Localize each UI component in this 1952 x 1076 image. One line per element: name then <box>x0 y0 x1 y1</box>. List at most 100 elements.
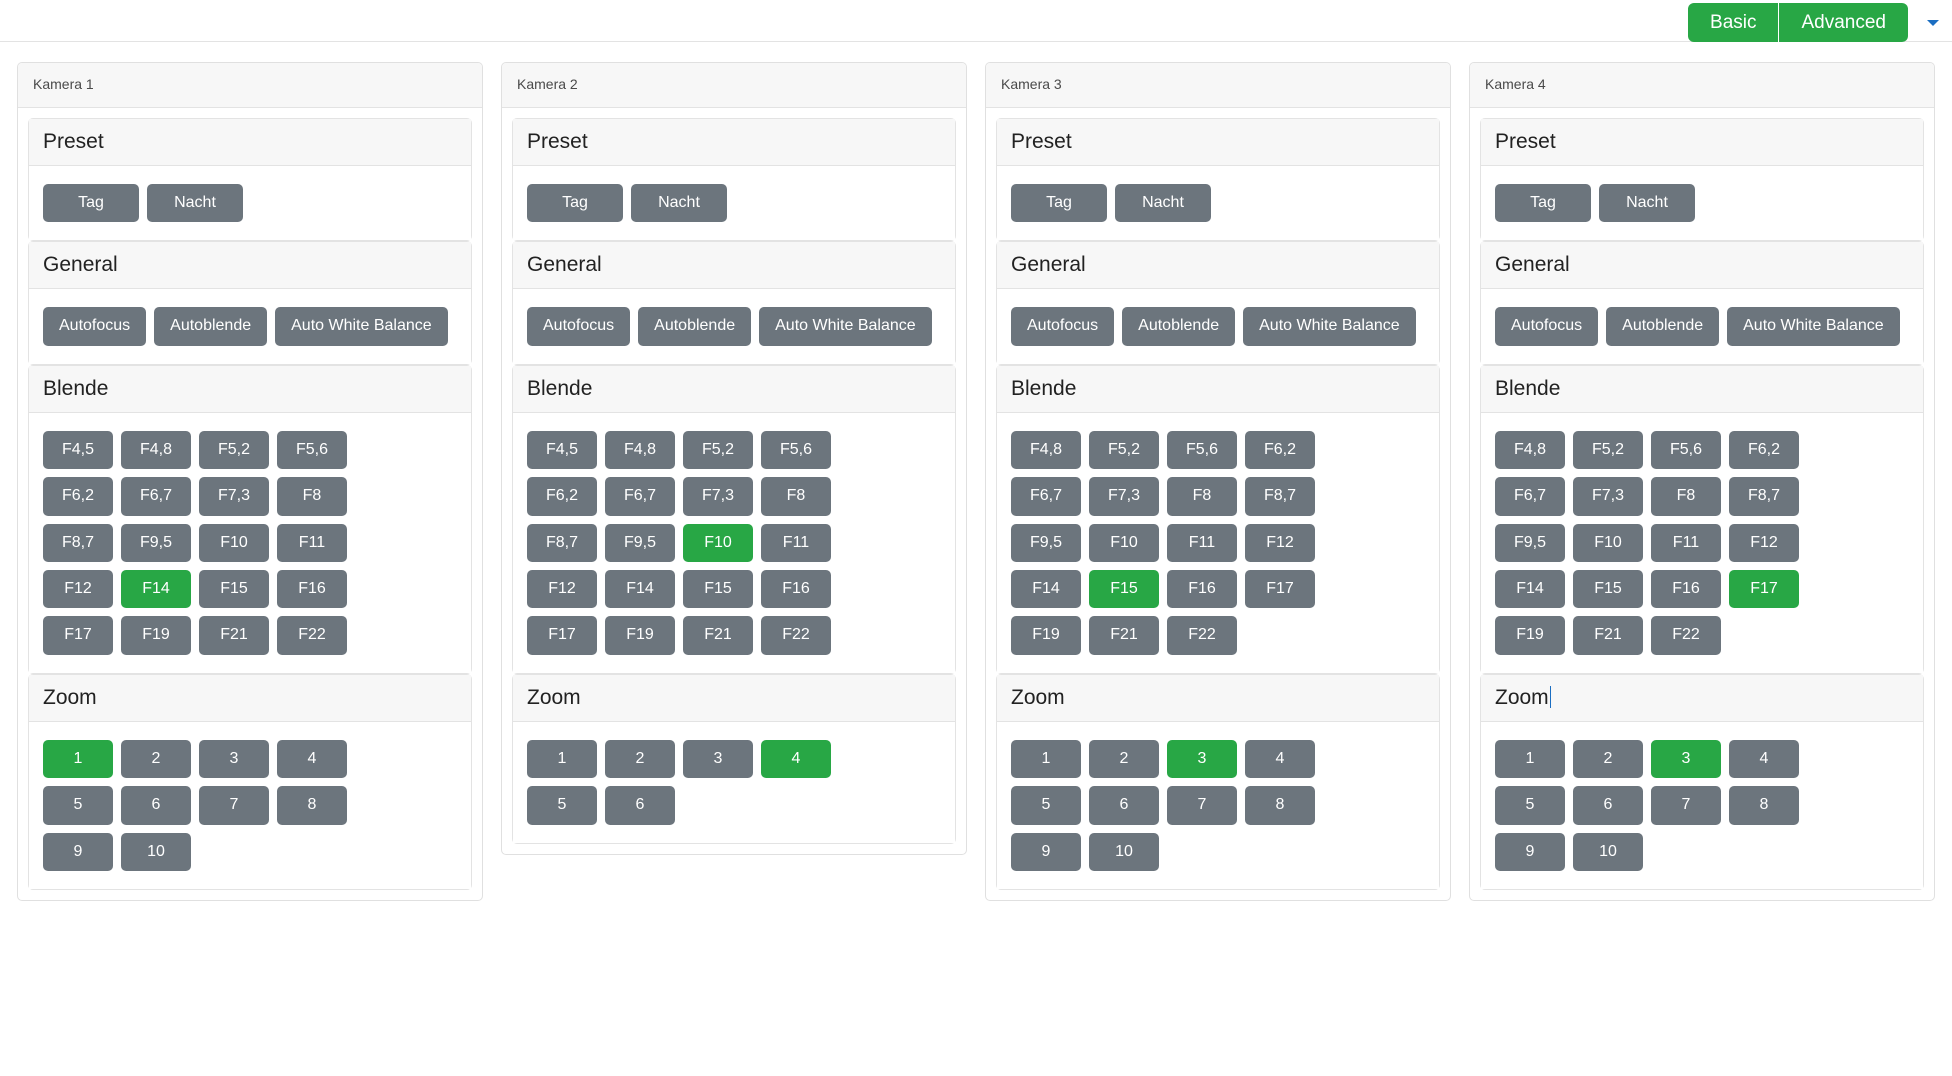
general-button[interactable]: Autoblende <box>1606 307 1720 346</box>
blende-button[interactable]: F4,8 <box>605 430 675 470</box>
blende-button[interactable]: F4,8 <box>1495 430 1565 470</box>
zoom-button[interactable]: 9 <box>1011 832 1081 871</box>
blende-button[interactable]: F5,2 <box>1573 430 1643 470</box>
zoom-button[interactable]: 1 <box>1495 739 1565 779</box>
blende-button[interactable]: F19 <box>1011 616 1081 655</box>
preset-button[interactable]: Tag <box>1495 184 1591 223</box>
blende-button[interactable]: F6,2 <box>527 477 597 516</box>
zoom-button[interactable]: 2 <box>1573 739 1643 779</box>
blende-button[interactable]: F9,5 <box>121 523 191 562</box>
blende-button[interactable]: F21 <box>199 616 269 655</box>
zoom-button[interactable]: 10 <box>121 832 191 871</box>
blende-button[interactable]: F12 <box>1729 523 1799 562</box>
zoom-button[interactable]: 5 <box>1495 786 1565 825</box>
zoom-button[interactable]: 8 <box>277 786 347 825</box>
blende-button[interactable]: F11 <box>1651 523 1721 562</box>
blende-button[interactable]: F5,6 <box>277 430 347 470</box>
blende-button[interactable]: F17 <box>1729 569 1799 609</box>
zoom-button[interactable]: 4 <box>277 739 347 779</box>
blende-button[interactable]: F17 <box>1245 569 1315 609</box>
zoom-button[interactable]: 5 <box>1011 786 1081 825</box>
blende-button[interactable]: F16 <box>761 569 831 609</box>
blende-button[interactable]: F14 <box>1495 569 1565 609</box>
blende-button[interactable]: F7,3 <box>683 477 753 516</box>
general-button[interactable]: Auto White Balance <box>1243 307 1416 346</box>
zoom-button[interactable]: 5 <box>527 786 597 825</box>
blende-button[interactable]: F8 <box>761 477 831 516</box>
zoom-button[interactable]: 9 <box>43 832 113 871</box>
blende-button[interactable]: F15 <box>683 569 753 609</box>
blende-button[interactable]: F10 <box>199 523 269 562</box>
blende-button[interactable]: F8 <box>277 477 347 516</box>
zoom-button[interactable]: 3 <box>683 739 753 779</box>
blende-button[interactable]: F16 <box>277 569 347 609</box>
blende-button[interactable]: F12 <box>43 569 113 609</box>
preset-button[interactable]: Nacht <box>147 184 243 223</box>
general-button[interactable]: Autoblende <box>154 307 268 346</box>
zoom-button[interactable]: 10 <box>1573 832 1643 871</box>
blende-button[interactable]: F19 <box>1495 616 1565 655</box>
general-button[interactable]: Autofocus <box>43 307 147 346</box>
zoom-button[interactable]: 8 <box>1729 786 1799 825</box>
general-button[interactable]: Auto White Balance <box>275 307 448 346</box>
blende-button[interactable]: F21 <box>683 616 753 655</box>
blende-button[interactable]: F10 <box>683 523 753 562</box>
blende-button[interactable]: F17 <box>527 616 597 655</box>
blende-button[interactable]: F4,8 <box>121 430 191 470</box>
blende-button[interactable]: F10 <box>1089 523 1159 562</box>
zoom-button[interactable]: 3 <box>199 739 269 779</box>
blende-button[interactable]: F15 <box>199 569 269 609</box>
zoom-button[interactable]: 2 <box>121 739 191 779</box>
mode-button-basic[interactable]: Basic <box>1688 3 1779 42</box>
zoom-button[interactable]: 2 <box>605 739 675 779</box>
blende-button[interactable]: F5,2 <box>683 430 753 470</box>
general-button[interactable]: Autofocus <box>527 307 631 346</box>
zoom-button[interactable]: 6 <box>121 786 191 825</box>
blende-button[interactable]: F11 <box>1167 523 1237 562</box>
zoom-button[interactable]: 6 <box>605 786 675 825</box>
general-button[interactable]: Autoblende <box>1122 307 1236 346</box>
preset-button[interactable]: Tag <box>527 184 623 223</box>
blende-button[interactable]: F9,5 <box>605 523 675 562</box>
blende-button[interactable]: F15 <box>1089 569 1159 609</box>
blende-button[interactable]: F15 <box>1573 569 1643 609</box>
zoom-button[interactable]: 3 <box>1651 739 1721 779</box>
blende-button[interactable]: F9,5 <box>1011 523 1081 562</box>
zoom-button[interactable]: 4 <box>1245 739 1315 779</box>
blende-button[interactable]: F6,7 <box>605 477 675 516</box>
blende-button[interactable]: F12 <box>527 569 597 609</box>
zoom-button[interactable]: 10 <box>1089 832 1159 871</box>
blende-button[interactable]: F8 <box>1167 477 1237 516</box>
zoom-button[interactable]: 1 <box>527 739 597 779</box>
preset-button[interactable]: Nacht <box>1599 184 1695 223</box>
blende-button[interactable]: F6,7 <box>121 477 191 516</box>
chevron-down-icon[interactable] <box>1922 14 1944 32</box>
blende-button[interactable]: F5,6 <box>761 430 831 470</box>
blende-button[interactable]: F22 <box>761 616 831 655</box>
preset-button[interactable]: Tag <box>1011 184 1107 223</box>
zoom-button[interactable]: 6 <box>1089 786 1159 825</box>
general-button[interactable]: Auto White Balance <box>1727 307 1900 346</box>
zoom-button[interactable]: 1 <box>43 739 113 779</box>
zoom-button[interactable]: 7 <box>1651 786 1721 825</box>
blende-button[interactable]: F4,5 <box>527 430 597 470</box>
blende-button[interactable]: F22 <box>277 616 347 655</box>
blende-button[interactable]: F10 <box>1573 523 1643 562</box>
preset-button[interactable]: Nacht <box>1115 184 1211 223</box>
blende-button[interactable]: F8 <box>1651 477 1721 516</box>
blende-button[interactable]: F5,6 <box>1651 430 1721 470</box>
general-button[interactable]: Autofocus <box>1011 307 1115 346</box>
blende-button[interactable]: F14 <box>1011 569 1081 609</box>
zoom-button[interactable]: 4 <box>761 739 831 779</box>
general-button[interactable]: Autofocus <box>1495 307 1599 346</box>
general-button[interactable]: Auto White Balance <box>759 307 932 346</box>
blende-button[interactable]: F17 <box>43 616 113 655</box>
blende-button[interactable]: F7,3 <box>1573 477 1643 516</box>
zoom-button[interactable]: 2 <box>1089 739 1159 779</box>
general-button[interactable]: Autoblende <box>638 307 752 346</box>
blende-button[interactable]: F8,7 <box>1729 477 1799 516</box>
blende-button[interactable]: F9,5 <box>1495 523 1565 562</box>
blende-button[interactable]: F19 <box>605 616 675 655</box>
blende-button[interactable]: F22 <box>1651 616 1721 655</box>
blende-button[interactable]: F16 <box>1167 569 1237 609</box>
